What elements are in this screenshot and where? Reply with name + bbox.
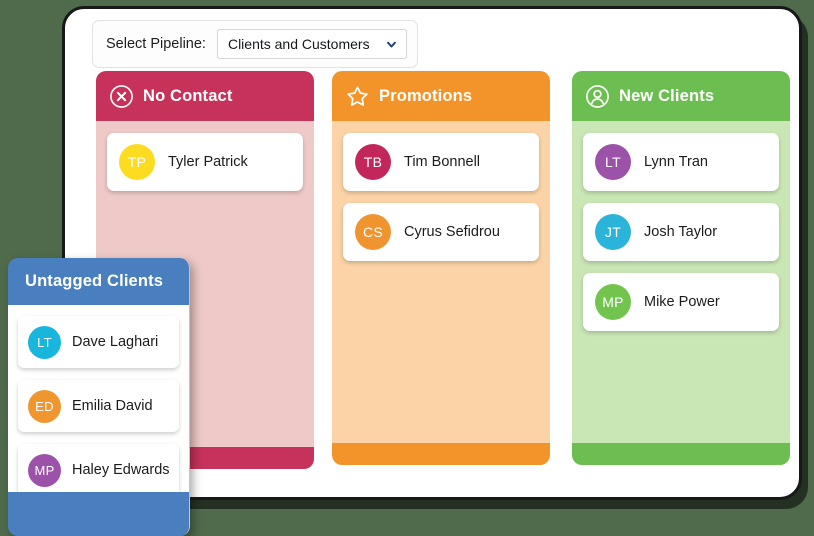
untagged-panel-title: Untagged Clients: [25, 272, 163, 291]
column-header-new-clients: New Clients: [572, 71, 790, 121]
untagged-panel-header[interactable]: Untagged Clients: [8, 258, 189, 305]
star-outline-icon: [345, 84, 370, 109]
column-footer: [572, 443, 790, 465]
person-card[interactable]: LT Dave Laghari: [18, 316, 179, 368]
circle-x-icon: [109, 84, 134, 109]
person-card[interactable]: MP Mike Power: [583, 273, 779, 331]
pipeline-column-promotions: Promotions TB Tim Bonnell CS Cyrus Sefid…: [332, 71, 550, 465]
person-name: Josh Taylor: [644, 224, 717, 240]
column-title: Promotions: [379, 87, 472, 106]
avatar: ED: [28, 390, 61, 423]
avatar: JT: [595, 214, 631, 250]
avatar: CS: [355, 214, 391, 250]
column-title: No Contact: [143, 87, 233, 106]
person-name: Cyrus Sefidrou: [404, 224, 500, 240]
untagged-panel-footer: [8, 492, 189, 536]
person-name: Tyler Patrick: [168, 154, 248, 170]
column-body-new-clients: LT Lynn Tran JT Josh Taylor MP Mike Powe…: [572, 121, 790, 443]
chevron-down-icon: [386, 39, 397, 50]
person-circle-icon: [585, 84, 610, 109]
pipeline-column-new-clients: New Clients LT Lynn Tran JT Josh Taylor …: [572, 71, 790, 465]
person-card[interactable]: TB Tim Bonnell: [343, 133, 539, 191]
pipeline-select[interactable]: Clients and Customers: [217, 29, 407, 59]
person-card[interactable]: TP Tyler Patrick: [107, 133, 303, 191]
avatar: MP: [595, 284, 631, 320]
person-name: Mike Power: [644, 294, 720, 310]
person-card[interactable]: CS Cyrus Sefidrou: [343, 203, 539, 261]
untagged-clients-panel[interactable]: Untagged Clients LT Dave Laghari ED Emil…: [8, 258, 190, 536]
column-title: New Clients: [619, 87, 714, 106]
avatar: TP: [119, 144, 155, 180]
pipeline-select-value: Clients and Customers: [228, 36, 370, 52]
avatar: LT: [28, 326, 61, 359]
person-card[interactable]: LT Lynn Tran: [583, 133, 779, 191]
person-name: Lynn Tran: [644, 154, 708, 170]
person-name: Tim Bonnell: [404, 154, 480, 170]
column-header-promotions: Promotions: [332, 71, 550, 121]
avatar: LT: [595, 144, 631, 180]
person-card[interactable]: JT Josh Taylor: [583, 203, 779, 261]
person-card[interactable]: MP Haley Edwards: [18, 444, 179, 492]
column-body-promotions: TB Tim Bonnell CS Cyrus Sefidrou: [332, 121, 550, 443]
column-footer: [332, 443, 550, 465]
person-name: Dave Laghari: [72, 334, 158, 350]
person-card[interactable]: ED Emilia David: [18, 380, 179, 432]
screen-background: Select Pipeline: Clients and Customers N…: [0, 0, 814, 536]
column-header-no-contact: No Contact: [96, 71, 314, 121]
avatar: MP: [28, 454, 61, 487]
pipeline-selector-bar: Select Pipeline: Clients and Customers: [92, 20, 418, 68]
person-name: Emilia David: [72, 398, 153, 414]
avatar: TB: [355, 144, 391, 180]
person-name: Haley Edwards: [72, 462, 169, 478]
pipeline-label: Select Pipeline:: [106, 36, 206, 52]
untagged-panel-body: LT Dave Laghari ED Emilia David MP Haley…: [8, 305, 189, 492]
